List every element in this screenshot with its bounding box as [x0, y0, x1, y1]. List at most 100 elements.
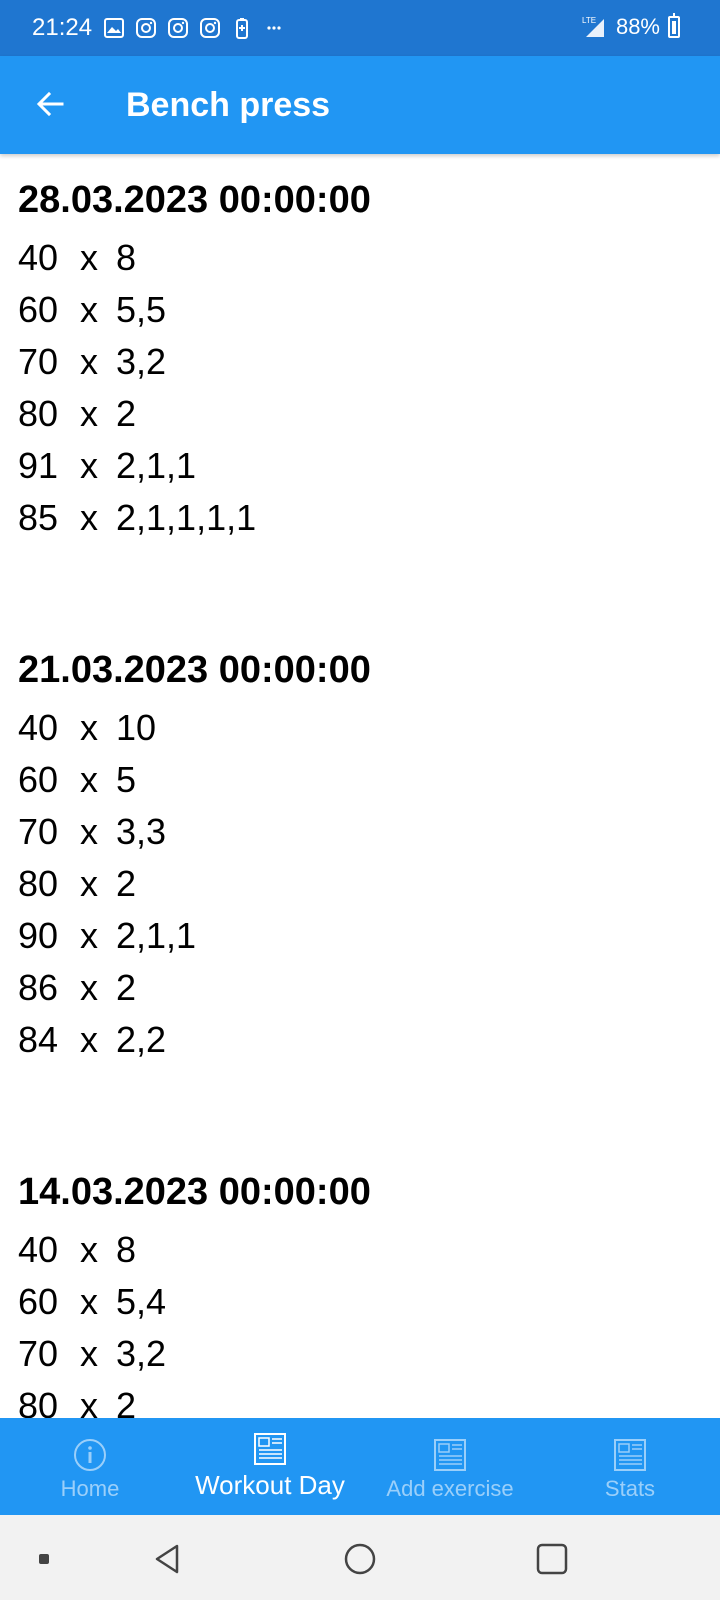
set-reps: 5,4: [116, 1281, 167, 1322]
set-weight: 90: [18, 915, 59, 956]
set-weight: 86: [18, 967, 59, 1008]
nav-add-exercise[interactable]: Add exercise: [360, 1418, 540, 1515]
nav-home[interactable]: Home: [0, 1418, 180, 1515]
set-reps: 8: [116, 237, 137, 278]
set-separator: x: [80, 1229, 98, 1270]
set-weight: 60: [18, 759, 59, 800]
set-row: 40 x 8: [18, 1224, 720, 1276]
workout-entry: 28.03.2023 00:00:00 40 x 8 60 x 5,5 70 x 3,2 8…: [18, 172, 720, 544]
set-reps: 3,2: [116, 341, 167, 382]
nav-label: Stats: [604, 1476, 656, 1501]
set-weight: 70: [18, 341, 59, 382]
set-row: 60 x 5,5: [18, 284, 720, 336]
set-reps: 5: [116, 759, 137, 800]
instagram-icon: [136, 18, 156, 38]
battery-saver-icon: [236, 18, 248, 39]
set-separator: x: [80, 759, 98, 800]
nav-label: Workout Day: [195, 1470, 345, 1500]
set-reps: 3,2: [116, 1333, 167, 1374]
set-separator: x: [80, 289, 98, 330]
list-icon: [614, 1439, 646, 1471]
set-weight: 70: [18, 811, 59, 852]
status-bar: 21:24 LTE 88%: [0, 0, 720, 56]
battery-icon: [668, 13, 680, 38]
workout-date: 21.03.2023 00:00:00: [18, 649, 371, 691]
set-row: 90 x 2,1,1: [18, 910, 720, 962]
workout-date: 14.03.2023 00:00:00: [18, 1171, 371, 1213]
set-reps: 2: [116, 393, 137, 434]
triangle-back-icon: [155, 1544, 179, 1574]
square-overview-icon: [536, 1543, 568, 1575]
list-icon: [434, 1439, 466, 1471]
list-icon: [254, 1433, 286, 1465]
circle-home-icon: [344, 1543, 376, 1575]
nav-label: Add exercise: [386, 1476, 514, 1501]
set-separator: x: [80, 915, 98, 956]
nav-workout-day[interactable]: Workout Day: [180, 1418, 360, 1515]
set-separator: x: [80, 707, 98, 748]
set-separator: x: [80, 1333, 98, 1374]
set-weight: 91: [18, 445, 59, 486]
set-row: 60 x 5: [18, 754, 720, 806]
set-weight: 60: [18, 289, 59, 330]
page-title: Bench press: [126, 86, 331, 124]
set-separator: x: [80, 393, 98, 434]
set-separator: x: [80, 445, 98, 486]
recents-dot-button[interactable]: [22, 1537, 66, 1581]
status-time: 21:24: [32, 14, 93, 41]
instagram-icon: [168, 18, 188, 38]
workout-history-list[interactable]: 28.03.2023 00:00:00 40 x 8 60 x 5,5 70 x 3,2 8…: [0, 154, 720, 1418]
signal-icon: LTE: [582, 16, 604, 37]
set-row: 80 x 2: [18, 388, 720, 440]
set-row: 60 x 5,4: [18, 1276, 720, 1328]
set-separator: x: [80, 497, 98, 538]
set-separator: x: [80, 967, 98, 1008]
set-reps: 2: [116, 1385, 137, 1418]
set-reps: 2,1,1: [116, 445, 197, 486]
set-row: 91 x 2,1,1: [18, 440, 720, 492]
info-icon: [74, 1439, 106, 1471]
workout-entry: 14.03.2023 00:00:00 40 x 8 60 x 5,4 70 x 3,2 8…: [18, 1164, 720, 1418]
set-separator: x: [80, 1281, 98, 1322]
workout-entry: 21.03.2023 00:00:00 40 x 10 60 x 5 70 x 3,3 80…: [18, 642, 720, 1066]
set-weight: 40: [18, 707, 59, 748]
dot-icon: [39, 1554, 49, 1564]
set-separator: x: [80, 237, 98, 278]
set-row: 85 x 2,1,1,1,1: [18, 492, 720, 544]
set-separator: x: [80, 1385, 98, 1418]
set-row: 70 x 3,2: [18, 336, 720, 388]
set-separator: x: [80, 863, 98, 904]
workout-date: 28.03.2023 00:00:00: [18, 179, 371, 221]
set-weight: 70: [18, 1333, 59, 1374]
set-weight: 84: [18, 1019, 59, 1060]
set-weight: 80: [18, 393, 59, 434]
system-home-button[interactable]: [338, 1537, 382, 1581]
set-reps: 2,1,1,1,1: [116, 497, 257, 538]
set-separator: x: [80, 341, 98, 382]
set-reps: 10: [116, 707, 157, 748]
nav-label: Home: [60, 1476, 120, 1501]
set-weight: 40: [18, 237, 59, 278]
set-row: 86 x 2: [18, 962, 720, 1014]
set-row: 40 x 10: [18, 702, 720, 754]
system-navigation-bar: [0, 1515, 720, 1600]
status-right: LTE 88%: [582, 13, 680, 40]
set-reps: 2: [116, 967, 137, 1008]
set-reps: 5,5: [116, 289, 167, 330]
bottom-navigation: Home Workout Day Add exercise Stats: [0, 1418, 720, 1515]
set-row: 80 x 2: [18, 858, 720, 910]
battery-percent: 88%: [615, 14, 660, 39]
instagram-icon: [200, 18, 220, 38]
set-separator: x: [80, 1019, 98, 1060]
nav-stats[interactable]: Stats: [540, 1418, 720, 1515]
system-back-button[interactable]: [146, 1537, 190, 1581]
set-weight: 40: [18, 1229, 59, 1270]
system-overview-button[interactable]: [530, 1537, 574, 1581]
set-row: 84 x 2,2: [18, 1014, 720, 1066]
notification-icons: [102, 16, 286, 40]
back-button[interactable]: [28, 82, 72, 126]
set-weight: 80: [18, 1385, 59, 1418]
set-reps: 2,1,1: [116, 915, 197, 956]
set-reps: 3,3: [116, 811, 167, 852]
arrow-left-icon: [36, 91, 64, 117]
